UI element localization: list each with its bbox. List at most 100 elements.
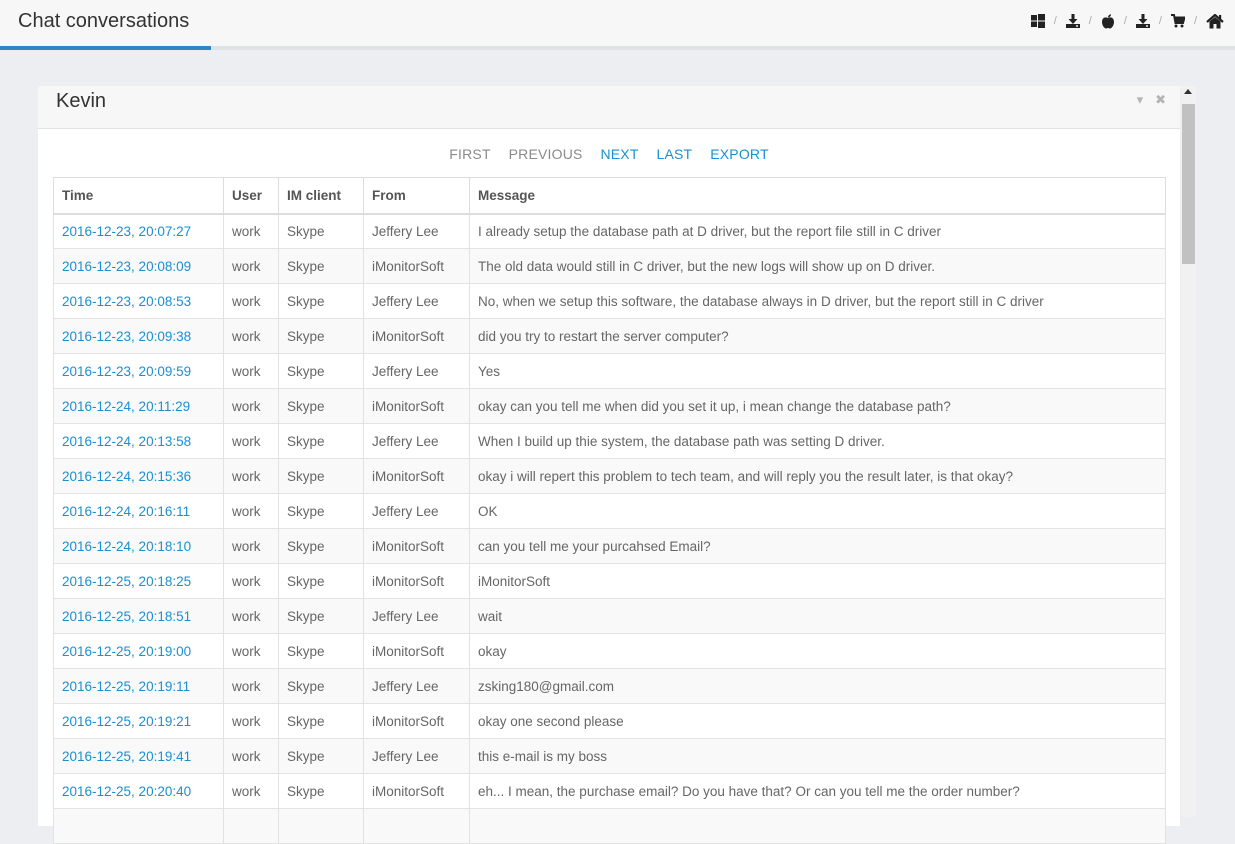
- cell-user: work: [223, 738, 279, 774]
- windows-icon[interactable]: [1030, 13, 1046, 29]
- cell-user: work: [223, 773, 279, 809]
- pager-next[interactable]: NEXT: [600, 146, 638, 162]
- cell-im-client: Skype: [278, 388, 364, 424]
- cell-from: Jeffery Lee: [363, 283, 470, 319]
- apple-icon[interactable]: [1100, 13, 1116, 29]
- table-row: 2016-12-23, 20:08:09 work Skype iMonitorSof…: [53, 248, 1166, 284]
- panel-tools: ▾ ✖: [1137, 92, 1166, 108]
- cell-message: No, when we setup this software, the dat…: [469, 283, 1166, 319]
- separator: /: [1193, 15, 1197, 27]
- pager-previous: PREVIOUS: [508, 146, 583, 162]
- cell-from: Jeffery Lee: [363, 213, 470, 249]
- separator: /: [1053, 15, 1057, 27]
- table-row: 2016-12-25, 20:19:00 work Skype iMonitorSof…: [53, 633, 1166, 669]
- cell-im-client: Skype: [278, 563, 364, 599]
- cell-time[interactable]: 2016-12-25, 20:19:11: [53, 668, 224, 704]
- separator: /: [1158, 15, 1162, 27]
- cell-im-client: Skype: [278, 528, 364, 564]
- cell-im-client: Skype: [278, 703, 364, 739]
- cell-time[interactable]: 2016-12-24, 20:13:58: [53, 423, 224, 459]
- scroll-thumb[interactable]: [1182, 104, 1195, 264]
- cell-time[interactable]: 2016-12-23, 20:07:27: [53, 213, 224, 249]
- panel-header: Kevin ▾ ✖: [38, 86, 1180, 129]
- cell-time[interactable]: 2016-12-24, 20:18:10: [53, 528, 224, 564]
- cell-time[interactable]: [53, 808, 224, 844]
- column-header-time[interactable]: Time: [53, 177, 224, 215]
- cell-time[interactable]: 2016-12-23, 20:09:38: [53, 318, 224, 354]
- cell-from: iMonitorSoft: [363, 773, 470, 809]
- collapse-icon[interactable]: ▾: [1137, 92, 1144, 108]
- cell-from: Jeffery Lee: [363, 423, 470, 459]
- table-row: [53, 808, 1166, 844]
- cell-time[interactable]: 2016-12-25, 20:18:25: [53, 563, 224, 599]
- cell-time[interactable]: 2016-12-25, 20:19:00: [53, 633, 224, 669]
- cell-message: [469, 808, 1166, 844]
- cell-message: did you try to restart the server comput…: [469, 318, 1166, 354]
- cell-user: work: [223, 388, 279, 424]
- cell-time[interactable]: 2016-12-25, 20:19:41: [53, 738, 224, 774]
- cell-time[interactable]: 2016-12-25, 20:20:40: [53, 773, 224, 809]
- table-row: 2016-12-25, 20:19:21 work Skype iMonitorSof…: [53, 703, 1166, 739]
- download-icon[interactable]: [1135, 13, 1151, 29]
- cell-message: wait: [469, 598, 1166, 634]
- cell-message: I already setup the database path at D d…: [469, 213, 1166, 249]
- pagination: FIRST PREVIOUS NEXT LAST EXPORT: [38, 146, 1180, 162]
- cell-time[interactable]: 2016-12-25, 20:18:51: [53, 598, 224, 634]
- cell-time[interactable]: 2016-12-25, 20:19:21: [53, 703, 224, 739]
- cell-from: Jeffery Lee: [363, 493, 470, 529]
- separator: /: [1088, 15, 1092, 27]
- table-row: 2016-12-25, 20:19:41 work Skype Jeffery Lee…: [53, 738, 1166, 774]
- table-row: 2016-12-23, 20:09:38 work Skype iMonitorSof…: [53, 318, 1166, 354]
- panel-title: Kevin: [56, 90, 107, 112]
- cell-user: work: [223, 423, 279, 459]
- cell-message: this e-mail is my boss: [469, 738, 1166, 774]
- cell-message: iMonitorSoft: [469, 563, 1166, 599]
- cell-message: okay i will repert this problem to tech …: [469, 458, 1166, 494]
- scroll-up-arrow-icon[interactable]: [1184, 89, 1192, 94]
- column-header-message[interactable]: Message: [469, 177, 1166, 215]
- cell-im-client: Skype: [278, 668, 364, 704]
- cell-im-client: Skype: [278, 493, 364, 529]
- column-header-user[interactable]: User: [223, 177, 279, 215]
- cell-time[interactable]: 2016-12-24, 20:15:36: [53, 458, 224, 494]
- cell-user: work: [223, 528, 279, 564]
- cart-icon[interactable]: [1170, 13, 1186, 29]
- table-row: 2016-12-25, 20:20:40 work Skype iMonitorSof…: [53, 773, 1166, 809]
- cell-message: zsking180@gmail.com: [469, 668, 1166, 704]
- cell-from: [363, 808, 470, 844]
- cell-user: work: [223, 563, 279, 599]
- close-icon[interactable]: ✖: [1155, 92, 1166, 108]
- cell-user: work: [223, 493, 279, 529]
- cell-time[interactable]: 2016-12-23, 20:08:53: [53, 283, 224, 319]
- cell-time[interactable]: 2016-12-23, 20:09:59: [53, 353, 224, 389]
- cell-im-client: Skype: [278, 598, 364, 634]
- export-button[interactable]: EXPORT: [710, 146, 769, 162]
- cell-time[interactable]: 2016-12-24, 20:16:11: [53, 493, 224, 529]
- cell-time[interactable]: 2016-12-24, 20:11:29: [53, 388, 224, 424]
- chat-table: Time User IM client From Message 2016-12…: [53, 177, 1166, 844]
- cell-from: iMonitorSoft: [363, 528, 470, 564]
- table-row: 2016-12-23, 20:07:27 work Skype Jeffery Lee…: [53, 213, 1166, 249]
- table-row: 2016-12-24, 20:13:58 work Skype Jeffery Lee…: [53, 423, 1166, 459]
- cell-im-client: Skype: [278, 738, 364, 774]
- table-header-row: Time User IM client From Message: [53, 177, 1166, 215]
- cell-from: iMonitorSoft: [363, 458, 470, 494]
- cell-message: okay: [469, 633, 1166, 669]
- cell-from: Jeffery Lee: [363, 353, 470, 389]
- cell-time[interactable]: 2016-12-23, 20:08:09: [53, 248, 224, 284]
- pager-last[interactable]: LAST: [656, 146, 692, 162]
- cell-message: When I build up thie system, the databas…: [469, 423, 1166, 459]
- home-icon[interactable]: [1205, 13, 1225, 29]
- download-icon[interactable]: [1065, 13, 1081, 29]
- column-header-from[interactable]: From: [363, 177, 470, 215]
- table-row: 2016-12-24, 20:16:11 work Skype Jeffery Lee…: [53, 493, 1166, 529]
- scrollbar[interactable]: [1181, 86, 1196, 817]
- column-header-im-client[interactable]: IM client: [278, 177, 364, 215]
- cell-user: work: [223, 283, 279, 319]
- cell-user: work: [223, 353, 279, 389]
- table-row: 2016-12-23, 20:08:53 work Skype Jeffery Lee…: [53, 283, 1166, 319]
- cell-from: iMonitorSoft: [363, 248, 470, 284]
- cell-im-client: Skype: [278, 423, 364, 459]
- cell-message: okay can you tell me when did you set it…: [469, 388, 1166, 424]
- cell-im-client: Skype: [278, 213, 364, 249]
